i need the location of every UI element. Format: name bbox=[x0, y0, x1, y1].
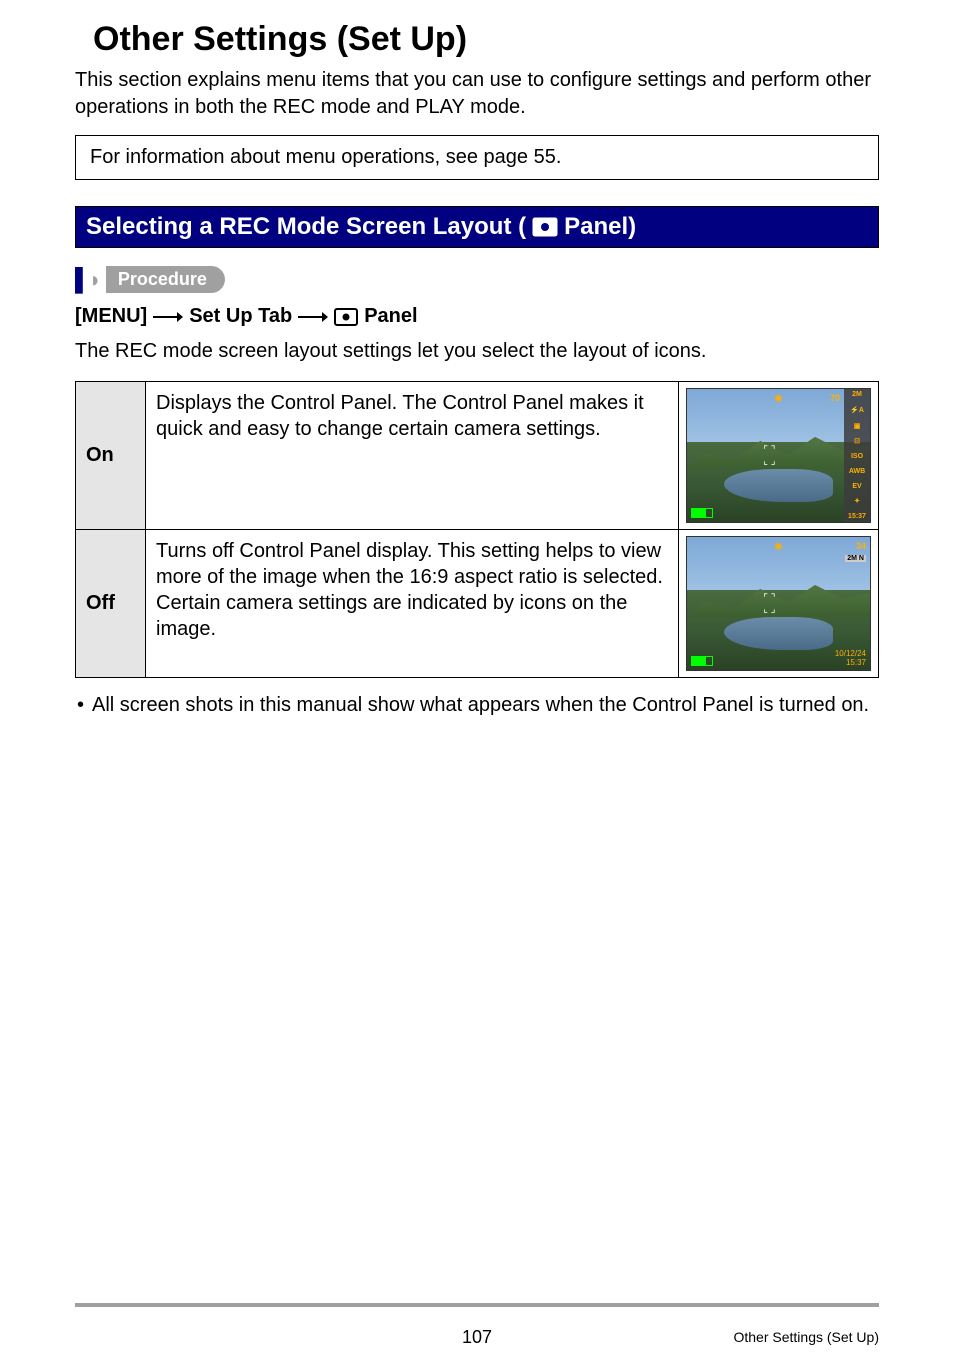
row-label: Off bbox=[76, 530, 146, 678]
procedure-tag: Procedure bbox=[106, 266, 225, 293]
menu-step-3: Panel bbox=[364, 305, 417, 328]
page-number: 107 bbox=[462, 1327, 492, 1348]
control-panel-sidebar: 2M ⚡A ▣ ⊡ ISO AWB EV ✦ 15:37 bbox=[844, 389, 870, 522]
menu-step-1: [MENU] bbox=[75, 305, 147, 328]
page-footer: 107 Other Settings (Set Up) bbox=[0, 1303, 954, 1357]
table-row: Off Turns off Control Panel display. Thi… bbox=[76, 530, 879, 678]
shots-remaining: 34 bbox=[856, 541, 866, 551]
arrow-icon bbox=[153, 305, 183, 328]
footer-section-name: Other Settings (Set Up) bbox=[733, 1329, 879, 1345]
row-preview-cell: ◉ 34 2M N ⌜ ⌝⌞ ⌟ 10/12/24 15:37 bbox=[679, 530, 879, 678]
procedure-label-row: ▌ ◗ Procedure bbox=[75, 266, 879, 293]
arrow-icon bbox=[298, 305, 328, 328]
info-note-box: For information about menu operations, s… bbox=[75, 135, 879, 180]
footnote-text: All screen shots in this manual show wha… bbox=[92, 692, 869, 719]
bullet-icon: • bbox=[77, 692, 84, 719]
menu-path: [MENU] Set Up Tab Panel bbox=[75, 305, 879, 328]
page-title: Other Settings (Set Up) bbox=[93, 20, 879, 59]
size-badge: 2M N bbox=[845, 555, 866, 562]
settings-table: On Displays the Control Panel. The Contr… bbox=[75, 381, 879, 678]
section-header-suffix: Panel) bbox=[564, 213, 636, 241]
chevron-right-icon: ◗ bbox=[89, 267, 102, 293]
camera-preview-on: ◉ 70 ⌜ ⌝⌞ ⌟ 2M ⚡A ▣ ⊡ ISO AWB EV ✦ 15:37 bbox=[686, 388, 871, 523]
focus-brackets-icon: ⌜ ⌝⌞ ⌟ bbox=[763, 593, 775, 615]
shots-remaining: 70 bbox=[830, 393, 840, 403]
row-label: On bbox=[76, 382, 146, 530]
menu-step-2: Set Up Tab bbox=[189, 305, 292, 328]
camera-icon bbox=[334, 305, 358, 328]
camera-icon bbox=[532, 217, 558, 237]
battery-icon bbox=[691, 656, 713, 666]
footnote: • All screen shots in this manual show w… bbox=[75, 692, 879, 719]
intro-paragraph: This section explains menu items that yo… bbox=[75, 67, 879, 121]
camera-preview-off: ◉ 34 2M N ⌜ ⌝⌞ ⌟ 10/12/24 15:37 bbox=[686, 536, 871, 671]
row-description: Turns off Control Panel display. This se… bbox=[146, 530, 679, 678]
focus-brackets-icon: ⌜ ⌝⌞ ⌟ bbox=[763, 445, 775, 467]
layout-description: The REC mode screen layout settings let … bbox=[75, 338, 879, 365]
date-time-overlay: 10/12/24 15:37 bbox=[835, 650, 866, 668]
rec-mode-icon: ◉ bbox=[774, 393, 783, 404]
footer-divider bbox=[75, 1303, 879, 1307]
rec-mode-icon: ◉ bbox=[774, 541, 783, 552]
section-header: Selecting a REC Mode Screen Layout ( Pan… bbox=[75, 206, 879, 248]
table-row: On Displays the Control Panel. The Contr… bbox=[76, 382, 879, 530]
section-header-prefix: Selecting a REC Mode Screen Layout ( bbox=[86, 213, 526, 241]
row-preview-cell: ◉ 70 ⌜ ⌝⌞ ⌟ 2M ⚡A ▣ ⊡ ISO AWB EV ✦ 15:37 bbox=[679, 382, 879, 530]
battery-icon bbox=[691, 508, 713, 518]
row-description: Displays the Control Panel. The Control … bbox=[146, 382, 679, 530]
